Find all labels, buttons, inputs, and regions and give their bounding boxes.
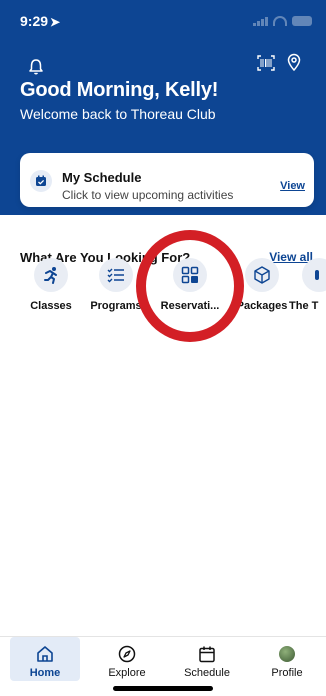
category-label: Programs	[90, 300, 142, 312]
profile-avatar-wrap	[252, 643, 322, 665]
category-row: Classes Programs Reservati... Packages T…	[0, 258, 326, 318]
calendar-check-icon	[30, 170, 52, 192]
tab-schedule[interactable]: Schedule	[172, 637, 242, 681]
schedule-title: My Schedule	[62, 170, 142, 185]
package-icon	[245, 258, 279, 292]
home-icon	[10, 643, 80, 665]
signal-icon	[253, 16, 268, 26]
category-label: The T	[289, 300, 319, 312]
grid-icon	[173, 258, 207, 292]
calendar-icon	[172, 643, 242, 665]
tab-label: Profile	[271, 667, 303, 679]
my-schedule-card[interactable]: My Schedule Click to view upcoming activ…	[20, 153, 314, 207]
checklist-icon	[99, 258, 133, 292]
tab-label: Explore	[108, 667, 146, 679]
tab-label: Home	[29, 667, 61, 679]
barcode-scan-icon[interactable]	[257, 55, 275, 71]
status-time: 9:29 ➤	[20, 13, 61, 29]
tab-bar: Home Explore Schedule Profile	[0, 636, 326, 686]
greeting-title: Good Morning, Kelly!	[20, 79, 219, 101]
home-indicator	[113, 686, 213, 691]
tab-explore[interactable]: Explore	[92, 637, 162, 681]
category-classes[interactable]: Classes	[16, 258, 86, 312]
battery-icon	[292, 16, 312, 26]
partial-icon	[302, 258, 326, 292]
category-label: Reservati...	[160, 300, 220, 312]
category-programs[interactable]: Programs	[81, 258, 151, 312]
avatar	[279, 646, 295, 662]
location-arrow-icon: ➤	[50, 15, 61, 29]
tab-label: Schedule	[184, 667, 230, 679]
status-bar: 9:29 ➤	[20, 13, 312, 33]
tab-profile[interactable]: Profile	[252, 637, 322, 681]
category-label: Classes	[30, 300, 72, 312]
status-indicators	[253, 16, 312, 26]
compass-icon	[92, 643, 162, 665]
wifi-icon	[273, 16, 287, 26]
welcome-text: Welcome back to Thoreau Club	[20, 106, 216, 122]
map-pin-icon[interactable]	[286, 53, 302, 71]
bell-icon[interactable]	[28, 58, 44, 76]
schedule-subtitle: Click to view upcoming activities	[62, 188, 234, 202]
category-partial[interactable]: The T	[287, 258, 326, 312]
category-reservations[interactable]: Reservati...	[155, 258, 225, 312]
runner-icon	[34, 258, 68, 292]
schedule-view-link[interactable]: View	[280, 180, 305, 192]
tab-home[interactable]: Home	[10, 637, 80, 681]
